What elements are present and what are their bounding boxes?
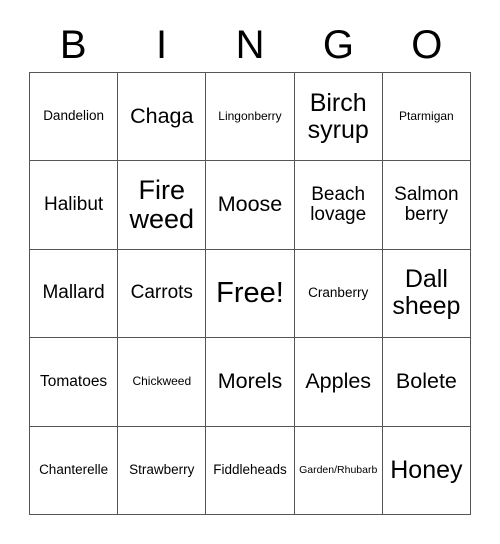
- bingo-card: B I N G O Dandelion Chaga Lingonberry Bi…: [0, 0, 500, 544]
- bingo-cell-label: Free!: [216, 276, 284, 309]
- bingo-cell-b4[interactable]: Tomatoes: [30, 338, 119, 427]
- bingo-cell-n4[interactable]: Morels: [206, 338, 295, 427]
- header-letter-i: I: [156, 23, 168, 67]
- bingo-cell-n2[interactable]: Moose: [206, 161, 295, 250]
- bingo-cell-b3[interactable]: Mallard: [30, 249, 119, 339]
- bingo-cell-label: Apples: [305, 369, 372, 394]
- bingo-cell-label: Tomatoes: [39, 372, 108, 390]
- bingo-cell-n5[interactable]: Fiddleheads: [206, 426, 295, 515]
- bingo-cell-o3[interactable]: Dall sheep: [382, 249, 471, 339]
- bingo-cell-o1[interactable]: Ptarmigan: [382, 73, 471, 162]
- bingo-cell-label: Garden/Rhubarb: [299, 463, 378, 476]
- bingo-cell-label: Dandelion: [43, 108, 104, 124]
- bingo-cell-label: Lingonberry: [218, 109, 282, 124]
- bingo-cell-label: Birch syrup: [307, 88, 369, 144]
- bingo-header-row: B I N G O: [29, 18, 471, 72]
- bingo-cell-g5[interactable]: Garden/Rhubarb: [294, 426, 383, 515]
- bingo-cell-label: Fire weed: [129, 174, 195, 235]
- bingo-cell-b2[interactable]: Halibut: [30, 161, 119, 250]
- bingo-cell-label: Dall sheep: [392, 265, 461, 321]
- header-letter-o: O: [411, 23, 443, 67]
- bingo-cell-label: Ptarmigan: [399, 109, 454, 124]
- header-letter-b: B: [59, 23, 87, 67]
- bingo-cell-i4[interactable]: Chickweed: [118, 338, 207, 427]
- bingo-cell-i2[interactable]: Fire weed: [118, 161, 207, 250]
- bingo-cell-b5[interactable]: Chanterelle: [30, 426, 119, 515]
- bingo-cell-n1[interactable]: Lingonberry: [206, 73, 295, 162]
- bingo-cell-label: Salmon berry: [394, 183, 459, 226]
- bingo-cell-label: Honey: [390, 455, 463, 484]
- bingo-cell-o4[interactable]: Bolete: [382, 338, 471, 427]
- bingo-cell-label: Chaga: [130, 104, 194, 129]
- bingo-cell-g3[interactable]: Cranberry: [294, 249, 383, 339]
- bingo-grid: Dandelion Chaga Lingonberry Birch syrup …: [29, 72, 471, 515]
- bingo-cell-g2[interactable]: Beach lovage: [294, 161, 383, 250]
- bingo-cell-b1[interactable]: Dandelion: [30, 73, 119, 162]
- bingo-cell-label: Morels: [217, 369, 283, 394]
- header-letter-n: N: [235, 23, 265, 67]
- bingo-cell-i3[interactable]: Carrots: [118, 249, 207, 339]
- bingo-cell-g1[interactable]: Birch syrup: [294, 73, 383, 162]
- bingo-cell-g4[interactable]: Apples: [294, 338, 383, 427]
- bingo-cell-label: Bolete: [395, 369, 457, 394]
- bingo-cell-label: Chanterelle: [39, 462, 109, 477]
- bingo-cell-o5[interactable]: Honey: [382, 426, 471, 515]
- bingo-cell-label: Fiddleheads: [213, 462, 287, 477]
- bingo-cell-label: Chickweed: [132, 374, 192, 389]
- bingo-cell-i1[interactable]: Chaga: [118, 73, 207, 162]
- bingo-cell-label: Cranberry: [308, 285, 369, 301]
- bingo-cell-label: Beach lovage: [310, 183, 367, 226]
- bingo-cell-free-space[interactable]: Free!: [206, 249, 295, 339]
- bingo-cell-o2[interactable]: Salmon berry: [382, 161, 471, 250]
- bingo-cell-label: Halibut: [44, 193, 104, 215]
- bingo-cell-i5[interactable]: Strawberry: [118, 426, 207, 515]
- bingo-cell-label: Strawberry: [129, 462, 195, 477]
- header-letter-g: G: [322, 23, 354, 67]
- bingo-cell-label: Moose: [217, 192, 283, 217]
- bingo-cell-label: Carrots: [130, 282, 193, 304]
- bingo-cell-label: Mallard: [42, 282, 105, 304]
